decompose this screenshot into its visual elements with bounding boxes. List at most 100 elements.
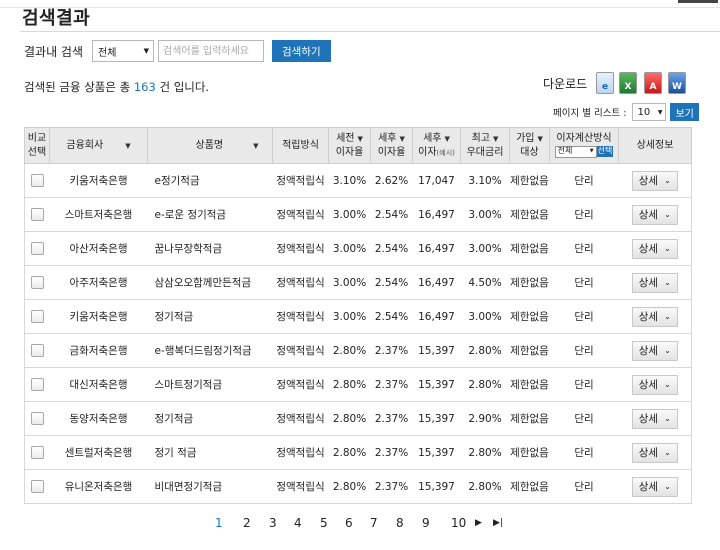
cell-posttax-interest: 15,397: [412, 401, 461, 436]
cell-posttax-interest: 15,397: [412, 435, 461, 470]
cell-max-rate: 3.10%: [460, 163, 510, 198]
cell-detail: 상세 ⌄: [618, 367, 692, 402]
page-link[interactable]: 7: [370, 516, 378, 530]
detail-button[interactable]: 상세 ⌄: [631, 204, 678, 225]
search-input[interactable]: [158, 40, 265, 62]
page-link[interactable]: 10: [451, 516, 466, 530]
page-link[interactable]: 3: [269, 516, 277, 530]
page-link[interactable]: 9: [422, 516, 430, 530]
compare-checkbox[interactable]: [30, 378, 44, 391]
pdf-icon[interactable]: A: [644, 72, 662, 94]
table-row: 금화저축은행 e-행복더드림정기적금 정액적립식 2.80% 2.37% 15,397 2.…: [24, 333, 692, 368]
cell-product: 정기 적금: [147, 435, 273, 470]
compare-checkbox[interactable]: [30, 446, 44, 459]
cell-method: 정액적립식: [272, 469, 329, 504]
cell-product: 꿈나무장학적금: [147, 231, 273, 266]
cell-target: 제한없음: [509, 163, 550, 198]
cell-detail: 상세 ⌄: [618, 265, 692, 300]
compare-checkbox[interactable]: [30, 344, 44, 357]
per-page-control: 페이지 별 리스트 : 10 ▼ 보기: [553, 103, 699, 121]
last-page-icon[interactable]: ▶|: [493, 518, 503, 528]
compare-checkbox[interactable]: [30, 480, 44, 493]
th-target[interactable]: 가입 ▼ 대상: [509, 127, 550, 164]
detail-button-label: 상세: [638, 447, 659, 459]
cell-company: 키움저축은행: [49, 163, 148, 198]
detail-button-label: 상세: [638, 277, 659, 289]
detail-button[interactable]: 상세 ⌄: [631, 442, 678, 463]
cell-company: 스마트저축은행: [49, 197, 148, 232]
compare-checkbox[interactable]: [30, 310, 44, 323]
cell-compare: [24, 367, 50, 402]
table-row: 대신저축은행 스마트정기적금 정액적립식 2.80% 2.37% 15,397 2.80% 제…: [24, 367, 692, 402]
cell-product: 삼삼오오함께만든적금: [147, 265, 273, 300]
cell-company: 아주저축은행: [49, 265, 148, 300]
cell-product: 비대면정기적금: [147, 469, 273, 504]
result-count-number: 163: [133, 80, 156, 94]
cell-posttax-rate: 2.54%: [370, 299, 413, 334]
th-posttax[interactable]: 세후 ▼ 이자율: [370, 127, 413, 164]
cell-max-rate: 2.80%: [460, 469, 510, 504]
ie-icon[interactable]: e: [596, 72, 614, 94]
page-link[interactable]: 2: [243, 516, 251, 530]
detail-button[interactable]: 상세 ⌄: [631, 272, 678, 293]
detail-button[interactable]: 상세 ⌄: [631, 374, 678, 395]
excel-icon[interactable]: X: [619, 72, 637, 94]
search-bar: 결과내 검색 전체 ▼ 검색하기: [24, 40, 331, 62]
calc-select-button[interactable]: 선택: [596, 146, 614, 157]
detail-button[interactable]: 상세 ⌄: [631, 170, 678, 191]
cell-max-rate: 2.80%: [460, 367, 510, 402]
top-edge-mark: [678, 0, 718, 3]
detail-button[interactable]: 상세 ⌄: [631, 408, 678, 429]
cell-method: 정액적립식: [272, 299, 329, 334]
compare-checkbox[interactable]: [30, 412, 44, 425]
cell-pretax-rate: 3.00%: [328, 265, 371, 300]
table-header-row: 비교 선택 금융회사 ▼ 상품명 ▼ 적립방식 세전 ▼ 이자율 세후 ▼ 이자율 세후 ▼ 이자…: [24, 127, 692, 164]
pagination: 1 2 3 4 5 6 7 8 9 10 ▶ ▶|: [0, 516, 720, 532]
calc-method-select[interactable]: 전체 ▼: [554, 145, 597, 158]
cell-detail: 상세 ⌄: [618, 469, 692, 504]
cell-method: 정액적립식: [272, 197, 329, 232]
th-max[interactable]: 최고 ▼ 우대금리: [460, 127, 510, 164]
next-page-icon[interactable]: ▶: [475, 518, 482, 528]
per-page-value: 10: [637, 106, 651, 118]
word-icon[interactable]: W: [668, 72, 686, 94]
cell-method: 정액적립식: [272, 265, 329, 300]
detail-button[interactable]: 상세 ⌄: [631, 306, 678, 327]
compare-checkbox[interactable]: [30, 208, 44, 221]
page-link[interactable]: 5: [320, 516, 328, 530]
cell-product: e-로운 정기적금: [147, 197, 273, 232]
search-scope-select[interactable]: 전체 ▼: [92, 40, 155, 62]
page-link[interactable]: 1: [215, 516, 223, 530]
cell-posttax-interest: 17,047: [412, 163, 461, 198]
compare-checkbox[interactable]: [30, 242, 44, 255]
detail-button[interactable]: 상세 ⌄: [631, 476, 678, 497]
th-product[interactable]: 상품명 ▼: [147, 127, 273, 164]
view-button[interactable]: 보기: [670, 103, 699, 121]
cell-posttax-interest: 16,497: [412, 265, 461, 300]
top-rule: [0, 7, 720, 8]
cell-target: 제한없음: [509, 231, 550, 266]
cell-compare: [24, 469, 50, 504]
cell-calc-method: 단리: [549, 265, 619, 300]
detail-button[interactable]: 상세 ⌄: [631, 340, 678, 361]
th-interest[interactable]: 세후 ▼ 이자(예시): [412, 127, 461, 164]
th-method: 적립방식: [272, 127, 329, 164]
compare-checkbox[interactable]: [30, 276, 44, 289]
per-page-select[interactable]: 10 ▼: [632, 103, 667, 121]
compare-checkbox[interactable]: [30, 174, 44, 187]
detail-button[interactable]: 상세 ⌄: [631, 238, 678, 259]
table-row: 아산저축은행 꿈나무장학적금 정액적립식 3.00% 2.54% 16,497 3.00% 제…: [24, 231, 692, 266]
cell-compare: [24, 197, 50, 232]
cell-method: 정액적립식: [272, 333, 329, 368]
search-button[interactable]: 검색하기: [272, 40, 331, 62]
th-pretax[interactable]: 세전 ▼ 이자율: [328, 127, 371, 164]
page-link[interactable]: 4: [294, 516, 302, 530]
th-company[interactable]: 금융회사 ▼: [49, 127, 148, 164]
page-link[interactable]: 8: [396, 516, 404, 530]
sort-down-icon: ▼: [537, 135, 543, 143]
table-row: 스마트저축은행 e-로운 정기적금 정액적립식 3.00% 2.54% 16,497 3.0…: [24, 197, 692, 232]
page-link[interactable]: 6: [345, 516, 353, 530]
cell-pretax-rate: 2.80%: [328, 401, 371, 436]
cell-calc-method: 단리: [549, 197, 619, 232]
search-label: 결과내 검색: [24, 44, 84, 59]
